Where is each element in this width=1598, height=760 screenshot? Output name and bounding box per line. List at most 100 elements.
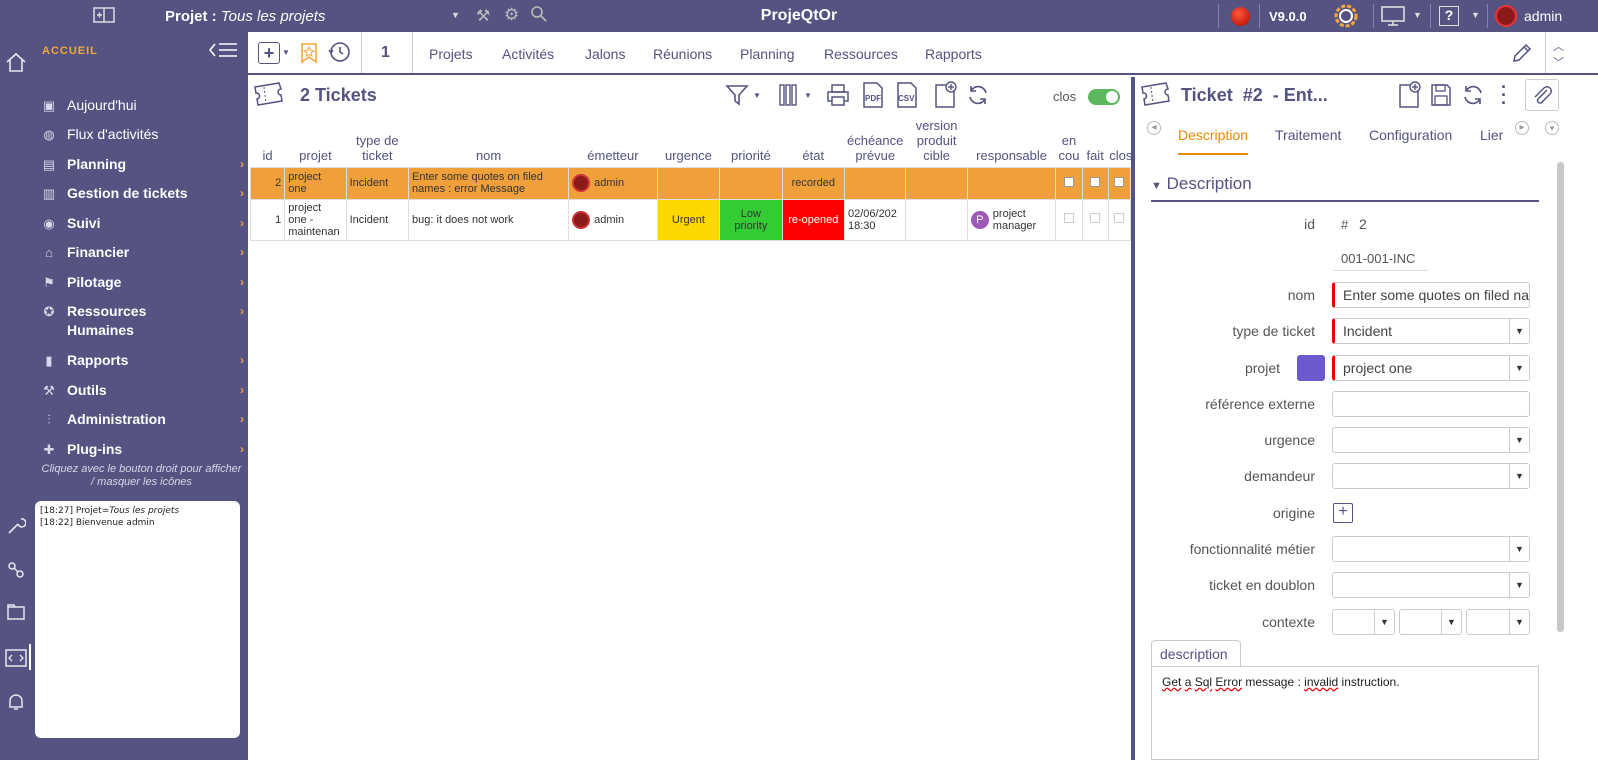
menu-item-planning[interactable]: ▤ Planning › <box>39 155 244 179</box>
menu-item-flux-activites[interactable]: ◍ Flux d'activités <box>39 125 244 149</box>
project-dropdown-arrow-icon[interactable]: ▼ <box>451 10 460 20</box>
menu-item-ressources-humaines[interactable]: ✪ Ressources Humaines › <box>39 302 244 344</box>
status-indicator-icon[interactable] <box>1231 7 1250 26</box>
columns-dropdown-icon[interactable]: ▼ <box>804 91 812 100</box>
tab-description[interactable]: Description <box>1178 127 1249 155</box>
column-header-urgence[interactable]: urgence <box>657 115 719 167</box>
nav-jalons[interactable]: Jalons <box>585 46 625 62</box>
urgence-select[interactable]: ▼ <box>1332 427 1530 453</box>
history-icon[interactable] <box>327 40 351 64</box>
section-description-header[interactable]: ▼ Description <box>1151 174 1539 202</box>
print-icon[interactable] <box>825 82 851 108</box>
columns-icon[interactable] <box>778 82 798 108</box>
column-header-emetteur[interactable]: émetteur <box>569 115 658 167</box>
nav-reunions[interactable]: Réunions <box>653 46 712 62</box>
filter-dropdown-icon[interactable]: ▼ <box>753 91 761 100</box>
contexte-select-3[interactable]: ▼ <box>1466 609 1530 635</box>
nav-activites[interactable]: Activités <box>502 46 554 62</box>
filter-icon[interactable] <box>724 82 750 108</box>
nav-planning[interactable]: Planning <box>740 46 795 62</box>
tab-lier[interactable]: Lier <box>1480 127 1503 143</box>
monitor-dropdown-icon[interactable]: ▼ <box>1413 10 1422 20</box>
folder-icon[interactable] <box>4 600 28 624</box>
column-header-etat[interactable]: état <box>782 115 844 167</box>
show-closed-toggle[interactable] <box>1088 89 1120 105</box>
column-header-id[interactable]: id <box>251 115 285 167</box>
refresh-icon[interactable] <box>965 82 991 108</box>
gear-icon[interactable]: ⚙ <box>504 5 519 25</box>
collapse-menu-icon[interactable] <box>208 41 239 64</box>
table-row[interactable]: 1 project one - maintenan Incident bug: … <box>249 198 1132 241</box>
nom-field[interactable]: Enter some quotes on filed names : error… <box>1332 282 1530 308</box>
tabs-menu-icon[interactable]: ▾ <box>1545 121 1559 135</box>
menu-item-pilotage[interactable]: ⚑ Pilotage › <box>39 273 244 297</box>
wrench-icon[interactable]: ⚒ <box>476 6 490 26</box>
type-ticket-select[interactable]: Incident ▼ <box>1332 318 1530 344</box>
contexte-select-2[interactable]: ▼ <box>1399 609 1462 635</box>
home-icon[interactable] <box>4 50 28 74</box>
refresh-icon[interactable] <box>1460 82 1486 108</box>
column-header-en-cours[interactable]: en cou <box>1056 115 1082 167</box>
monitor-icon[interactable] <box>1381 6 1405 29</box>
contexte-select-1[interactable]: ▼ <box>1332 609 1395 635</box>
counter-badge[interactable]: 1 <box>381 44 390 62</box>
new-item-dropdown-icon[interactable]: ▼ <box>282 48 290 57</box>
column-header-version[interactable]: version produit cible <box>906 115 967 167</box>
bookmark-star-icon[interactable] <box>298 41 320 65</box>
menu-item-administration[interactable]: ⫶ Administration › <box>39 410 244 434</box>
user-avatar[interactable] <box>1495 5 1517 27</box>
column-header-echeance[interactable]: échéance prévue <box>844 115 905 167</box>
menu-item-suivi[interactable]: ◉ Suivi › <box>39 214 244 238</box>
description-editor[interactable]: Get a Sql Error message : invalid instru… <box>1151 666 1539 760</box>
detail-scrollbar[interactable] <box>1557 162 1564 632</box>
help-icon[interactable]: ? <box>1439 6 1459 26</box>
column-header-fait[interactable]: fait <box>1082 115 1108 167</box>
tab-configuration[interactable]: Configuration <box>1369 127 1452 143</box>
add-origine-button[interactable]: + <box>1333 503 1353 523</box>
pdf-export-icon[interactable]: PDF <box>860 81 886 109</box>
column-header-clos[interactable]: clos <box>1108 115 1130 167</box>
help-dropdown-icon[interactable]: ▼ <box>1471 10 1480 20</box>
nav-projets[interactable]: Projets <box>429 46 473 62</box>
csv-export-icon[interactable]: CSV <box>894 81 920 109</box>
code-icon[interactable] <box>4 646 28 670</box>
menu-item-financier[interactable]: ⌂ Financier › <box>39 243 244 267</box>
menu-item-plugins[interactable]: ✚ Plug-ins › <box>39 440 244 464</box>
column-header-priorite[interactable]: priorité <box>720 115 782 167</box>
fonctionnalite-select[interactable]: ▼ <box>1332 536 1530 562</box>
new-item-button[interactable]: + <box>258 42 280 64</box>
column-header-responsable[interactable]: responsable <box>967 115 1056 167</box>
tab-traitement[interactable]: Traitement <box>1275 127 1341 143</box>
project-selector[interactable]: Projet : Tous les projets <box>165 8 325 25</box>
window-layout-icon[interactable] <box>92 6 116 29</box>
more-options-icon[interactable]: · · · <box>1501 78 1507 112</box>
edit-pencil-icon[interactable] <box>1510 41 1534 65</box>
accueil-link[interactable]: ACCUEIL <box>42 45 98 57</box>
column-header-nom[interactable]: nom <box>409 115 569 167</box>
column-header-type[interactable]: type de ticket <box>346 115 408 167</box>
reference-externe-input[interactable] <box>1332 391 1530 417</box>
nav-rapports[interactable]: Rapports <box>925 46 982 62</box>
description-editor-tab[interactable]: description <box>1151 640 1241 666</box>
nav-ressources[interactable]: Ressources <box>824 46 898 62</box>
new-ticket-icon[interactable] <box>1397 81 1421 109</box>
chevron-up-icon[interactable]: ︿ <box>1553 38 1564 54</box>
search-icon[interactable] <box>530 5 548 26</box>
new-ticket-icon[interactable] <box>932 81 958 109</box>
link-icon[interactable] <box>4 558 28 582</box>
menu-item-gestion-tickets[interactable]: ▥ Gestion de tickets › <box>39 184 244 208</box>
chevron-down-icon[interactable]: ﹀ <box>1553 54 1564 70</box>
menu-item-aujourdhui[interactable]: ▣ Aujourd'hui <box>39 96 244 120</box>
projet-select[interactable]: project one ▼ <box>1332 355 1530 381</box>
doublon-select[interactable]: ▼ <box>1332 572 1530 598</box>
tabs-scroll-left-icon[interactable]: ◂ <box>1147 121 1161 135</box>
tabs-scroll-right-icon[interactable]: ▸ <box>1515 121 1529 135</box>
column-header-projet[interactable]: projet <box>285 115 346 167</box>
attachment-icon[interactable] <box>1525 79 1559 111</box>
menu-item-rapports[interactable]: ▮ Rapports › <box>39 351 244 375</box>
menu-item-outils[interactable]: ⚒ Outils › <box>39 381 244 405</box>
tools-strip-icon[interactable] <box>4 514 28 538</box>
table-row[interactable]: 2 project one Incident Enter some quotes… <box>249 166 1132 200</box>
bell-icon[interactable] <box>4 690 28 714</box>
user-name[interactable]: admin <box>1524 8 1562 24</box>
